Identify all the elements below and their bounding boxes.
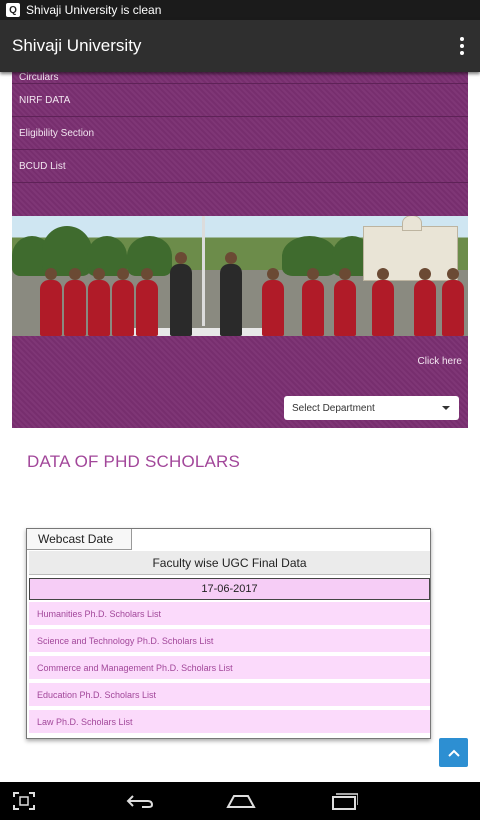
app-bar: Shivaji University [0, 20, 480, 72]
list-item-law[interactable]: Law Ph.D. Scholars List [29, 710, 430, 733]
table-title: Faculty wise UGC Final Data [29, 551, 430, 575]
recent-apps-icon[interactable] [330, 790, 358, 812]
back-icon[interactable] [123, 790, 155, 812]
notification-icon: Q [6, 3, 20, 17]
screenshot-icon[interactable] [10, 790, 38, 812]
system-nav-bar [0, 782, 480, 820]
list-item-commerce-management[interactable]: Commerce and Management Ph.D. Scholars L… [29, 656, 430, 679]
menu-item-circulars[interactable]: Circulars [12, 72, 468, 84]
app-title: Shivaji University [12, 36, 142, 55]
department-select[interactable]: Select Department [284, 396, 459, 420]
phd-scholars-table: Webcast Date Faculty wise UGC Final Data… [26, 528, 431, 739]
chevron-up-icon [447, 749, 460, 757]
list-item-science-technology[interactable]: Science and Technology Ph.D. Scholars Li… [29, 629, 430, 652]
list-item-education[interactable]: Education Ph.D. Scholars List [29, 683, 430, 706]
status-bar: Q Shivaji University is clean [0, 0, 480, 20]
click-here-link[interactable]: Click here [418, 356, 462, 367]
scroll-to-top-button[interactable] [439, 738, 468, 767]
web-content[interactable]: Circulars NIRF DATA Eligibility Section … [0, 72, 480, 782]
menu-item-nirf-data[interactable]: NIRF DATA [12, 84, 468, 117]
menu-item-eligibility-section[interactable]: Eligibility Section [12, 117, 468, 150]
notification-text: Shivaji University is clean [26, 3, 162, 17]
banner-band: Click here Select Department [12, 336, 468, 428]
section-heading: DATA OF PHD SCHOLARS [27, 452, 241, 471]
home-icon[interactable] [225, 790, 257, 812]
department-select-value: Select Department [292, 402, 375, 414]
nav-menu: Circulars NIRF DATA Eligibility Section … [12, 72, 468, 216]
more-vert-icon[interactable] [458, 34, 466, 58]
table-date: 17-06-2017 [29, 578, 430, 600]
caret-down-icon [442, 406, 450, 410]
scholar-list: Humanities Ph.D. Scholars List Science a… [29, 602, 430, 737]
list-item-humanities[interactable]: Humanities Ph.D. Scholars List [29, 602, 430, 625]
webcast-date-tab[interactable]: Webcast Date [27, 529, 132, 550]
menu-item-bcud-list[interactable]: BCUD List [12, 150, 468, 183]
banner-photo [12, 216, 468, 336]
